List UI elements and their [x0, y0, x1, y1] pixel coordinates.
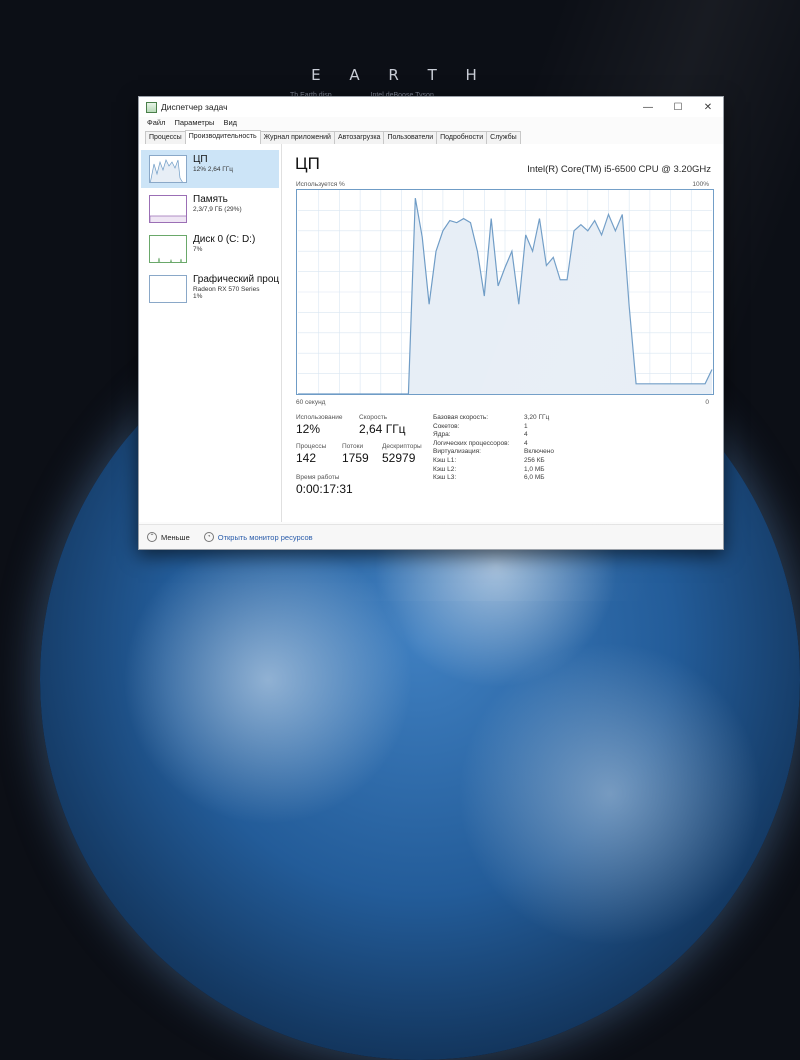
sidebar-item-cpu[interactable]: ЦП 12% 2,64 ГГц [141, 150, 279, 188]
tab-app-history[interactable]: Журнал приложений [259, 131, 335, 144]
memory-thumbnail-graph [149, 195, 187, 223]
stat-value: 52979 [382, 451, 416, 465]
tab-strip: Процессы Производительность Журнал прило… [139, 130, 723, 145]
menu-file[interactable]: Файл [147, 118, 165, 127]
stat-speed: Скорость 2,64 ГГц [359, 414, 406, 436]
spec-row: Логических процессоров: 4 [433, 440, 554, 449]
tab-users[interactable]: Пользователи [383, 131, 438, 144]
page-title: ЦП [295, 154, 320, 173]
menu-options[interactable]: Параметры [174, 118, 214, 127]
stat-value: 2,64 ГГц [359, 422, 406, 436]
graph-min-label: 0 [705, 399, 709, 406]
spec-row: Сокетов: 1 [433, 423, 554, 432]
cpu-thumbnail-graph [149, 155, 187, 183]
tab-startup[interactable]: Автозагрузка [333, 131, 385, 144]
stat-label: Процессы [296, 443, 327, 450]
fewer-details-link[interactable]: Меньше [161, 533, 190, 542]
tab-performance[interactable]: Производительность [184, 130, 261, 144]
tab-details[interactable]: Подробности [436, 131, 488, 144]
spec-row: Кэш L3: 6,0 МБ [433, 474, 554, 483]
spec-key: Базовая скорость: [433, 414, 489, 421]
open-resource-monitor-link[interactable]: Открыть монитор ресурсов [218, 533, 313, 542]
spec-row: Базовая скорость: 3,20 ГГц [433, 414, 554, 423]
spec-value: 256 КБ [524, 456, 545, 464]
stat-label: Потоки [342, 443, 364, 450]
spec-value: 4 [524, 439, 528, 447]
stat-handles: Дескрипторы 52979 [382, 443, 422, 465]
stat-label: Дескрипторы [382, 443, 422, 450]
stat-value: 1759 [342, 451, 369, 465]
resource-monitor-icon: ◔ [203, 532, 214, 542]
close-button[interactable]: ✕ [693, 97, 723, 117]
stat-usage: Использование 12% [296, 414, 342, 436]
spec-value: 1 [524, 422, 528, 430]
sidebar-item-value: 7% [193, 246, 203, 253]
chevron-up-icon[interactable]: ⌃ [147, 532, 157, 542]
sidebar-item-label: ЦП [193, 154, 208, 165]
task-manager-window: Диспетчер задач — ☐ ✕ Файл Параметры Вид… [138, 96, 724, 550]
sidebar-item-label: Диск 0 (C: D:) [193, 234, 256, 245]
graph-max-label: 100% [692, 181, 709, 188]
spec-key: Ядра: [433, 431, 451, 439]
spec-value: Включено [524, 448, 554, 456]
graph-time-label: 60 секунд [296, 399, 326, 406]
footer-bar: ⌃ Меньше ◔ Открыть монитор ресурсов [139, 524, 723, 549]
disk-thumbnail-graph [149, 235, 187, 263]
spec-key: Кэш L3: [433, 474, 457, 482]
performance-pane: ЦП 12% 2,64 ГГц Память 2,3/7,9 ГБ (29%) [139, 144, 723, 522]
spec-value: 3,20 ГГц [524, 414, 550, 421]
stat-processes: Процессы 142 [296, 443, 326, 465]
gpu-thumbnail-graph [149, 275, 187, 303]
spec-key: Кэш L1: [433, 456, 457, 464]
spec-key: Логических процессоров: [433, 439, 510, 447]
stat-threads: Потоки 1759 [342, 443, 369, 465]
spec-value: 6,0 МБ [524, 474, 545, 482]
spec-row: Виртуализация: Включено [433, 448, 554, 457]
stat-uptime: Время работы 0:00:17:31 [296, 474, 353, 496]
stat-label: Время работы [296, 474, 340, 481]
spec-value: 1,0 МБ [524, 465, 545, 473]
sidebar-item-gpu[interactable]: Графический проц Radeon RX 570 Series 1% [141, 270, 279, 312]
sidebar-item-disk[interactable]: Диск 0 (C: D:) 7% [141, 230, 279, 268]
spec-key: Кэш L2: [433, 465, 457, 473]
menu-view[interactable]: Вид [223, 118, 237, 127]
spec-value: 4 [524, 431, 528, 439]
maximize-button[interactable]: ☐ [663, 97, 693, 117]
sidebar-item-label: Память [193, 194, 228, 205]
spec-key: Сокетов: [433, 422, 460, 430]
tab-services[interactable]: Службы [486, 131, 521, 144]
stat-value: 0:00:17:31 [296, 482, 353, 496]
sidebar-item-value: 12% 2,64 ГГц [193, 166, 234, 173]
cpu-detail-panel: ЦП Intel(R) Core(TM) i5-6500 CPU @ 3.20G… [289, 144, 719, 522]
spec-row: Кэш L1: 256 КБ [433, 457, 554, 466]
sidebar-item-value: 2,3/7,9 ГБ (29%) [193, 206, 242, 213]
minimize-button[interactable]: — [633, 97, 663, 117]
spec-row: Ядра: 4 [433, 431, 554, 440]
menu-bar: Файл Параметры Вид [139, 117, 723, 128]
spec-row: Кэш L2: 1,0 МБ [433, 466, 554, 475]
sidebar-item-memory[interactable]: Память 2,3/7,9 ГБ (29%) [141, 190, 279, 228]
spec-key: Виртуализация: [433, 448, 481, 456]
resource-sidebar: ЦП 12% 2,64 ГГц Память 2,3/7,9 ГБ (29%) [139, 144, 282, 522]
stat-value: 12% [296, 422, 321, 436]
task-manager-icon [146, 101, 157, 113]
graph-y-label: Используется % [296, 181, 345, 188]
cpu-model: Intel(R) Core(TM) i5-6500 CPU @ 3.20GHz [527, 164, 711, 175]
title-bar[interactable]: Диспетчер задач — ☐ ✕ [139, 97, 723, 117]
sidebar-item-value: Radeon RX 570 Series 1% [192, 286, 260, 300]
sidebar-item-label: Графический проц [192, 274, 279, 285]
cpu-specs-table: Базовая скорость: 3,20 ГГц Сокетов: 1 Ядра… [433, 414, 554, 483]
stat-value: 142 [296, 451, 317, 465]
wallpaper-title: E A R T H [311, 66, 489, 84]
cpu-usage-graph [296, 189, 714, 395]
window-title: Диспетчер задач [161, 102, 228, 112]
tab-processes[interactable]: Процессы [145, 131, 186, 144]
stat-label: Использование [296, 414, 343, 421]
stat-label: Скорость [359, 414, 388, 421]
